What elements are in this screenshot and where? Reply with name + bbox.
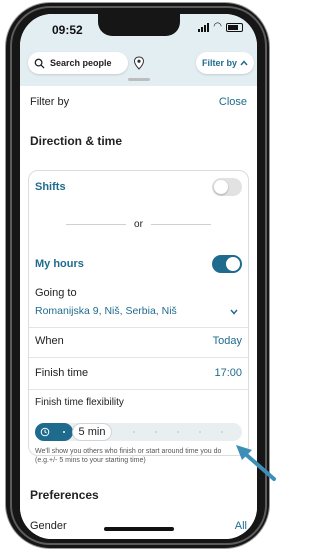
gender-label: Gender <box>30 520 67 532</box>
battery-icon <box>226 22 243 32</box>
finish-time-label: Finish time <box>35 367 89 379</box>
going-to-value[interactable]: Romanijska 9, Niš, Serbia, Niš <box>35 305 177 317</box>
shifts-toggle-knob <box>214 180 228 194</box>
or-line-left <box>66 224 127 225</box>
slider-value: 5 min <box>78 426 106 438</box>
chevron-down-icon[interactable] <box>230 309 238 315</box>
shifts-toggle[interactable] <box>212 178 242 196</box>
flexibility-slider[interactable]: 5 min <box>35 423 242 441</box>
clock-icon <box>40 427 50 437</box>
section-preferences: Preferences <box>30 488 99 502</box>
filter-by-label: Filter by <box>201 58 237 68</box>
map-top-bar: Search people Filter by <box>20 44 257 86</box>
when-value[interactable]: Today <box>213 335 242 347</box>
shifts-label: Shifts <box>35 181 66 193</box>
search-people-button[interactable]: Search people <box>28 52 128 74</box>
or-label: or <box>134 219 143 230</box>
slider-tick <box>63 431 65 433</box>
direction-time-card: Shifts or My hours Going to Romanijska 9… <box>28 170 249 464</box>
slider-tick <box>155 431 157 433</box>
my-hours-label: My hours <box>35 258 84 270</box>
notch <box>98 14 180 36</box>
wifi-icon: ◠ <box>213 21 222 32</box>
location-pin-icon[interactable] <box>132 56 146 70</box>
slider-tick <box>199 431 201 433</box>
finish-time-value[interactable]: 17:00 <box>214 367 242 379</box>
flexibility-hint: We'll show you others who finish or star… <box>35 448 222 464</box>
slider-tick <box>133 431 135 433</box>
or-divider: or <box>29 219 248 230</box>
my-hours-toggle[interactable] <box>212 255 242 273</box>
or-line-right <box>150 224 211 225</box>
gender-value[interactable]: All <box>235 520 247 532</box>
section-direction-time: Direction & time <box>30 134 123 148</box>
filter-by-button[interactable]: Filter by <box>196 52 254 74</box>
close-button[interactable]: Close <box>219 96 247 108</box>
my-hours-toggle-knob <box>226 257 240 271</box>
filter-sheet: Filter by Close Direction & time Shifts … <box>20 86 257 539</box>
sheet-title: Filter by <box>30 96 70 108</box>
divider <box>29 357 248 358</box>
sheet-header: Filter by Close <box>30 96 247 108</box>
slider-thumb[interactable]: 5 min <box>72 423 112 441</box>
slider-tick <box>221 431 223 433</box>
slider-tick <box>177 431 179 433</box>
chevron-up-icon <box>240 60 248 66</box>
flexibility-label: Finish time flexibility <box>35 397 124 408</box>
when-label: When <box>35 335 64 347</box>
home-indicator <box>104 527 174 531</box>
slider-fill <box>35 423 73 441</box>
divider <box>29 389 248 390</box>
search-icon <box>34 58 45 69</box>
pointer-arrow-icon <box>236 445 276 481</box>
sheet-drag-handle[interactable] <box>128 78 150 81</box>
status-time: 09:52 <box>52 23 83 37</box>
app-screen: 09:52 ◠ Search people Filter by Filter b… <box>20 14 257 539</box>
search-people-label: Search people <box>50 58 112 68</box>
going-to-label: Going to <box>35 287 77 299</box>
status-icons: ◠ <box>198 22 243 32</box>
divider <box>29 327 248 328</box>
signal-icon <box>198 22 210 32</box>
